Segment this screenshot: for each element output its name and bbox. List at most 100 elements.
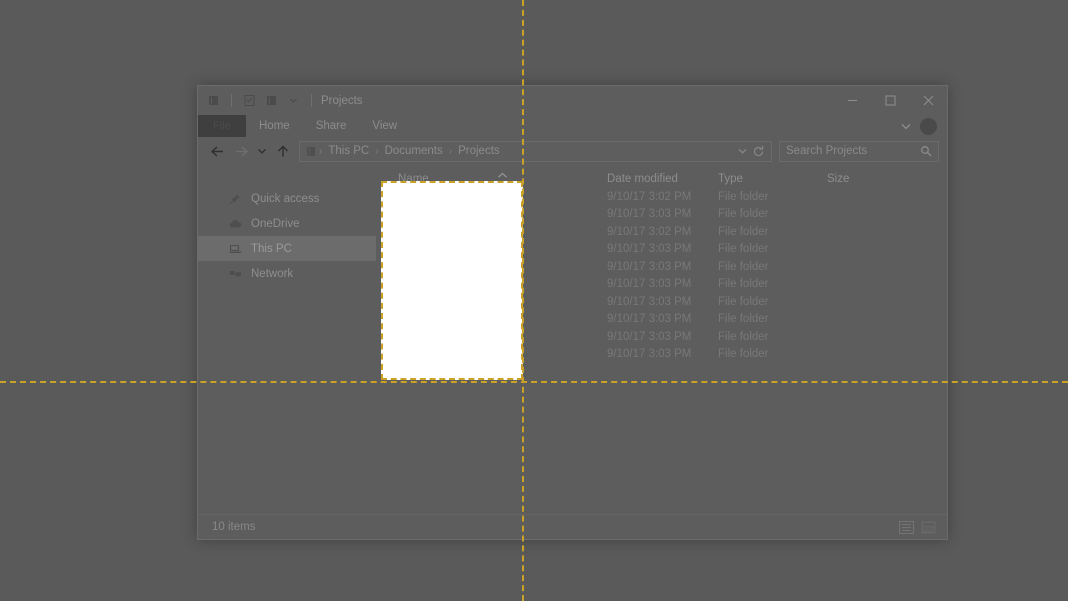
column-header-type[interactable]: Type — [718, 173, 827, 185]
column-label: Name — [398, 173, 429, 185]
refresh-icon[interactable] — [752, 145, 765, 158]
table-row[interactable]: Q3 Thomas 0012 9/10/17 3:03 PM File folder — [376, 293, 947, 311]
file-name-label: Q4 Vincent 4778 — [407, 348, 493, 361]
folder-icon — [389, 261, 400, 273]
file-name-cell[interactable]: Q2 Kertz 4644 — [376, 243, 607, 255]
folder-icon — [389, 243, 400, 255]
folder-icon[interactable] — [206, 93, 221, 108]
cloud-icon — [229, 219, 243, 229]
type-cell: File folder — [718, 243, 769, 256]
file-explorer-window: Projects File Home Share View › This PC … — [197, 85, 948, 540]
file-name-label: Q2 Kertz 4644 — [407, 243, 482, 256]
minimize-button[interactable] — [833, 86, 871, 115]
sidebar-label: OneDrive — [251, 217, 300, 230]
column-label: Type — [718, 173, 743, 185]
toolbar-divider — [231, 94, 232, 107]
large-icons-view-icon[interactable] — [919, 519, 937, 535]
file-name-cell[interactable]: Q4 Ballard 6756 — [376, 313, 607, 325]
sidebar-item-this-pc[interactable]: This PC — [198, 236, 376, 261]
title-divider — [311, 94, 312, 107]
file-name-cell[interactable]: Q4 Lawrence 3557 — [376, 331, 607, 343]
help-button[interactable] — [920, 117, 937, 135]
maximize-button[interactable] — [871, 86, 909, 115]
sidebar-label: Network — [251, 267, 294, 280]
tab-home[interactable]: Home — [246, 115, 303, 137]
customize-chevron-icon[interactable] — [286, 93, 301, 108]
search-icon[interactable] — [920, 145, 932, 157]
date-modified-cell: 9/10/17 3:03 PM — [607, 295, 692, 308]
breadcrumb-projects[interactable]: Projects — [453, 145, 505, 157]
address-dropdown-icon[interactable] — [737, 147, 748, 155]
folder-icon — [389, 296, 400, 308]
folder-icon — [389, 348, 400, 360]
sidebar-item-network[interactable]: Network — [198, 261, 376, 286]
type-cell: File folder — [718, 348, 769, 361]
type-cell: File folder — [718, 260, 769, 273]
date-modified-cell: 9/10/17 3:03 PM — [607, 260, 692, 273]
breadcrumb-documents[interactable]: Documents — [380, 145, 448, 157]
close-button[interactable] — [909, 86, 947, 115]
details-view-icon[interactable] — [897, 519, 915, 535]
file-name-cell[interactable]: Q2 Lockwood 7914 — [376, 261, 607, 273]
search-box[interactable]: Search Projects — [779, 140, 939, 162]
sidebar-item-quick-access[interactable]: Quick access — [198, 186, 376, 211]
sidebar-label: This PC — [251, 242, 292, 255]
table-row[interactable]: Q4 Ballard 6756 9/10/17 3:03 PM File folde… — [376, 311, 947, 329]
table-row[interactable]: Q2 Lockwood 7914 9/10/17 3:03 PM File fold… — [376, 258, 947, 276]
type-cell: File folder — [718, 190, 769, 203]
address-bar[interactable]: › This PC › Documents › Projects — [299, 140, 772, 162]
window-title: Projects — [321, 94, 363, 107]
table-row[interactable]: Q1 Person 3313 9/10/17 3:03 PM File folder — [376, 206, 947, 224]
file-name-cell[interactable]: Q1 Smith 0791 — [376, 226, 607, 238]
forward-arrow-icon — [230, 140, 252, 162]
file-name-cell[interactable]: Q3 Thomas 0012 — [376, 296, 607, 308]
table-row[interactable]: Q2 Sanchez 8986 9/10/17 3:03 PM File folde… — [376, 276, 947, 294]
date-modified-cell: 9/10/17 3:03 PM — [607, 313, 692, 326]
column-header-date-modified[interactable]: Date modified — [607, 173, 718, 185]
table-row[interactable]: Q4 Vincent 4778 9/10/17 3:03 PM File folde… — [376, 346, 947, 364]
tab-share[interactable]: Share — [303, 115, 360, 137]
folder-icon — [389, 278, 400, 290]
file-name-cell[interactable]: Q4 Vincent 4778 — [376, 348, 607, 360]
file-name-cell[interactable]: Q1 Doe 0881 — [376, 191, 607, 203]
view-toggle-group — [897, 519, 937, 535]
table-row[interactable]: Q1 Doe 0881 9/10/17 3:02 PM File folder — [376, 188, 947, 206]
file-name-cell[interactable]: Q1 Person 3313 — [376, 208, 607, 220]
file-name-label: Q4 Lawrence 3557 — [407, 330, 505, 343]
column-header-size[interactable]: Size — [827, 173, 907, 185]
tab-view[interactable]: View — [359, 115, 410, 137]
status-bar: 10 items — [198, 514, 947, 539]
file-name-label: Q2 Sanchez 8986 — [407, 278, 500, 291]
breadcrumb-this-pc[interactable]: This PC — [323, 145, 374, 157]
table-row[interactable]: Q4 Lawrence 3557 9/10/17 3:03 PM File fold… — [376, 328, 947, 346]
window-body: Quick access OneDrive This PC Network Na… — [198, 165, 947, 514]
properties-icon[interactable] — [242, 93, 257, 108]
tab-file[interactable]: File — [198, 115, 246, 137]
window-controls — [833, 86, 947, 115]
table-row[interactable]: Q2 Kertz 4644 9/10/17 3:03 PM File folder — [376, 241, 947, 259]
pin-icon — [229, 193, 243, 205]
folder-icon — [389, 208, 400, 220]
date-modified-cell: 9/10/17 3:03 PM — [607, 330, 692, 343]
type-cell: File folder — [718, 208, 769, 221]
file-name-label: Q4 Ballard 6756 — [407, 313, 491, 326]
search-input[interactable]: Search Projects — [786, 145, 920, 157]
sidebar-item-onedrive[interactable]: OneDrive — [198, 211, 376, 236]
folder-icon — [389, 331, 400, 343]
date-modified-cell: 9/10/17 3:03 PM — [607, 208, 692, 221]
up-arrow-icon[interactable] — [272, 140, 294, 162]
table-row[interactable]: Q1 Smith 0791 9/10/17 3:02 PM File folder — [376, 223, 947, 241]
back-arrow-icon[interactable] — [206, 140, 228, 162]
chevron-down-icon[interactable] — [900, 122, 912, 131]
recent-locations-chevron-icon[interactable] — [254, 140, 270, 162]
new-folder-icon[interactable] — [264, 93, 279, 108]
network-icon — [229, 268, 243, 279]
column-header-name[interactable]: Name — [376, 172, 607, 185]
address-bar-tools — [737, 145, 765, 158]
type-cell: File folder — [718, 225, 769, 238]
date-modified-cell: 9/10/17 3:02 PM — [607, 225, 692, 238]
date-modified-cell: 9/10/17 3:03 PM — [607, 348, 692, 361]
navigation-pane: Quick access OneDrive This PC Network — [198, 165, 376, 514]
sidebar-label: Quick access — [251, 192, 320, 205]
file-name-cell[interactable]: Q2 Sanchez 8986 — [376, 278, 607, 290]
